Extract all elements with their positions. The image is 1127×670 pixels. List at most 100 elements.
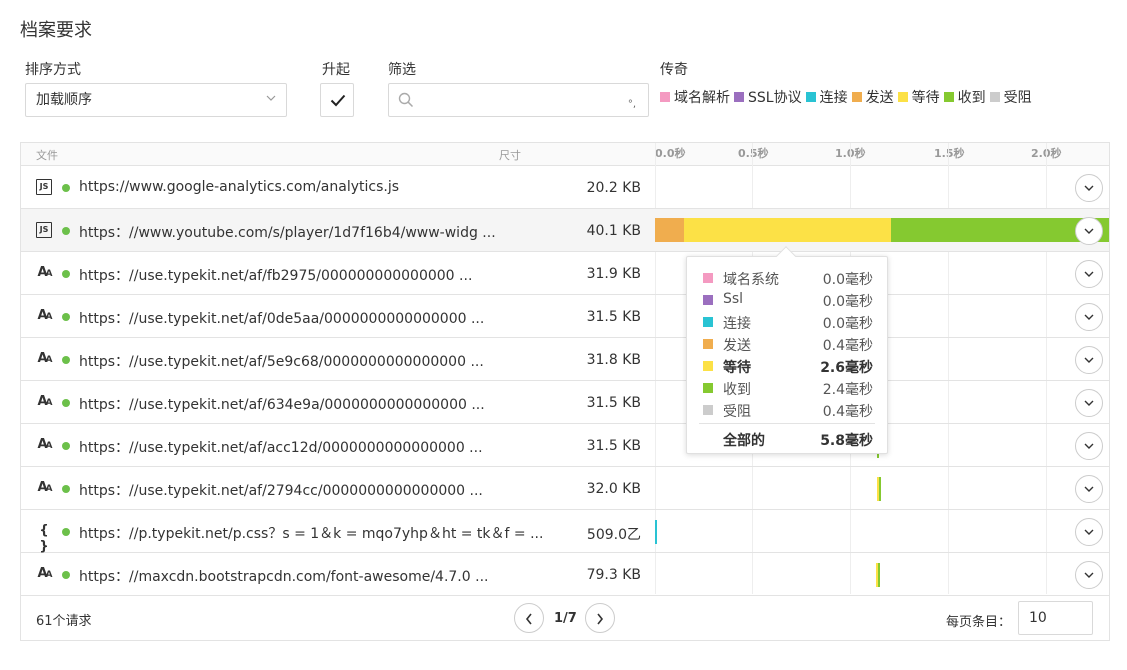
request-url[interactable]: https：//p.typekit.net/p.css？s = 1＆k = mq… xyxy=(79,523,543,543)
tooltip-swatch xyxy=(703,383,713,393)
request-url[interactable]: https：//maxcdn.bootstrapcdn.com/font-awe… xyxy=(79,566,488,586)
request-url[interactable]: https：//www.youtube.com/s/player/1d7f16b… xyxy=(79,222,496,242)
table-row[interactable]: AA https：//use.typekit.net/af/5e9c68/0000… xyxy=(21,338,1109,381)
tooltip-row: 域名系统 0.0毫秒 xyxy=(687,267,887,289)
legend-swatch xyxy=(897,92,908,102)
table-header: 文件 尺寸 0.0秒 0.5秒 1.0秒 1.5秒 2.0秒 xyxy=(21,143,1109,166)
column-header-size: 尺寸 xyxy=(499,149,521,162)
chevron-down-icon xyxy=(1084,185,1094,191)
table-row[interactable]: AA https：//maxcdn.bootstrapcdn.com/font-a… xyxy=(21,553,1109,596)
timing-bar-segment[interactable] xyxy=(879,477,881,501)
request-url[interactable]: https://www.google-analytics.com/analyti… xyxy=(79,179,399,195)
legend-item: 收到 xyxy=(943,87,986,107)
filter-input[interactable] xyxy=(419,88,619,112)
legend-item: SSL协议 xyxy=(734,87,802,107)
tooltip-phase-value: 2.4毫秒 xyxy=(822,382,873,398)
table-row[interactable]: JS https://www.google-analytics.com/analy… xyxy=(21,166,1109,209)
chevron-down-icon xyxy=(1084,314,1094,320)
timing-bar-segment[interactable] xyxy=(655,520,657,544)
expand-row-button[interactable] xyxy=(1075,174,1103,202)
timing-bar-segment[interactable] xyxy=(684,218,891,242)
search-icon xyxy=(398,92,414,108)
timing-tooltip: 域名系统 0.0毫秒 Ssl 0.0毫秒 连接 0.0毫秒 发送 0.4毫秒 等待 2.6毫秒 收到… xyxy=(686,246,888,454)
status-dot xyxy=(62,270,70,278)
table-row[interactable]: AA https：//use.typekit.net/af/2794cc/0000… xyxy=(21,467,1109,510)
request-url[interactable]: https：//use.typekit.net/af/acc12d/000000… xyxy=(79,437,483,457)
next-page-button[interactable] xyxy=(585,603,615,633)
tooltip-phase-label: 受阻 xyxy=(723,404,751,420)
table-row[interactable]: JS https：//www.youtube.com/s/player/1d7f1… xyxy=(21,209,1109,252)
expand-row-button[interactable] xyxy=(1075,518,1103,546)
timing-bar-segment[interactable] xyxy=(655,218,684,242)
table-row[interactable]: AA https：//use.typekit.net/af/acc12d/0000… xyxy=(21,424,1109,467)
request-size: 31.5 KB xyxy=(586,395,641,411)
tooltip-row: 收到 2.4毫秒 xyxy=(687,377,887,399)
tooltip-phase-value: 0.4毫秒 xyxy=(822,338,873,354)
request-url[interactable]: https：//use.typekit.net/af/5e9c68/000000… xyxy=(79,351,484,371)
tooltip-phase-label: Ssl xyxy=(723,291,744,307)
legend-item: 连接 xyxy=(805,87,848,107)
table-row[interactable]: AA https：//use.typekit.net/af/634e9a/0000… xyxy=(21,381,1109,424)
request-url[interactable]: https：//use.typekit.net/af/634e9a/000000… xyxy=(79,394,485,414)
timeline-tick-label: 0.5秒 xyxy=(738,147,769,160)
status-dot xyxy=(62,356,70,364)
status-dot xyxy=(62,442,70,450)
filter-label: 筛选 xyxy=(388,62,416,78)
ascending-checkbox[interactable] xyxy=(320,83,354,117)
legend-item-label: 等待 xyxy=(911,90,940,106)
previous-page-button[interactable] xyxy=(514,603,544,633)
table-row[interactable]: AA https：//use.typekit.net/af/0de5aa/0000… xyxy=(21,295,1109,338)
font-file-icon: AA xyxy=(37,437,52,452)
chevron-down-icon xyxy=(1084,271,1094,277)
request-url[interactable]: https：//use.typekit.net/af/0de5aa/000000… xyxy=(79,308,484,328)
expand-row-button[interactable] xyxy=(1075,475,1103,503)
tooltip-phase-value: 0.0毫秒 xyxy=(822,294,873,310)
per-page-input[interactable]: 10 xyxy=(1018,601,1093,635)
tooltip-total-row: 全部的 5.8毫秒 xyxy=(687,428,887,450)
legend-item-label: 收到 xyxy=(957,90,986,106)
request-size: 20.2 KB xyxy=(586,180,641,196)
expand-row-button[interactable] xyxy=(1075,432,1103,460)
expand-row-button[interactable] xyxy=(1075,346,1103,374)
timeline-tick-label: 0.0秒 xyxy=(655,147,686,160)
expand-row-button[interactable] xyxy=(1075,260,1103,288)
js-file-icon: JS xyxy=(36,222,52,238)
legend-item: 受阻 xyxy=(989,87,1032,107)
request-url[interactable]: https：//use.typekit.net/af/fb2975/000000… xyxy=(79,265,472,285)
expand-row-button[interactable] xyxy=(1075,389,1103,417)
request-url[interactable]: https：//use.typekit.net/af/2794cc/000000… xyxy=(79,480,483,500)
legend-swatch xyxy=(943,92,954,102)
request-size: 31.5 KB xyxy=(586,438,641,454)
tooltip-total-value: 5.8毫秒 xyxy=(820,433,873,449)
request-size: 31.8 KB xyxy=(586,352,641,368)
tooltip-phase-value: 2.6毫秒 xyxy=(820,360,873,376)
expand-row-button[interactable] xyxy=(1075,561,1103,589)
per-page-label: 每页条目： xyxy=(946,615,1012,630)
font-file-icon: AA xyxy=(37,265,52,280)
legend-item-label: 连接 xyxy=(819,90,848,106)
legend-item-label: SSL协议 xyxy=(748,90,802,106)
chevron-down-icon xyxy=(1084,400,1094,406)
filter-search-box[interactable]: °, xyxy=(388,83,649,117)
chevron-down-icon xyxy=(1084,357,1094,363)
table-row[interactable]: AA https：//use.typekit.net/af/fb2975/0000… xyxy=(21,252,1109,295)
tooltip-phase-value: 0.0毫秒 xyxy=(822,272,873,288)
sort-label: 排序方式 xyxy=(25,62,81,78)
timing-bar-segment[interactable] xyxy=(878,563,880,587)
column-header-file: 文件 xyxy=(36,149,58,162)
tooltip-row: 受阻 0.4毫秒 xyxy=(687,399,887,421)
legend: 域名解析 SSL协议 连接 发送 等待 收到 受阻 xyxy=(660,87,1036,107)
expand-row-button[interactable] xyxy=(1075,303,1103,331)
legend-swatch xyxy=(734,92,744,102)
tooltip-swatch xyxy=(703,361,713,371)
legend-swatch xyxy=(660,92,670,102)
tooltip-swatch xyxy=(703,317,713,327)
chevron-down-icon xyxy=(1084,228,1094,234)
sort-select-value: 加载顺序 xyxy=(36,92,92,108)
table-row[interactable]: { } https：//p.typekit.net/p.css？s = 1＆k =… xyxy=(21,510,1109,554)
tooltip-total-label: 全部的 xyxy=(723,433,765,449)
expand-row-button[interactable] xyxy=(1075,217,1103,245)
sort-select[interactable]: 加载顺序 xyxy=(25,83,287,117)
tooltip-row: Ssl 0.0毫秒 xyxy=(687,289,887,311)
tooltip-phase-value: 0.0毫秒 xyxy=(822,316,873,332)
